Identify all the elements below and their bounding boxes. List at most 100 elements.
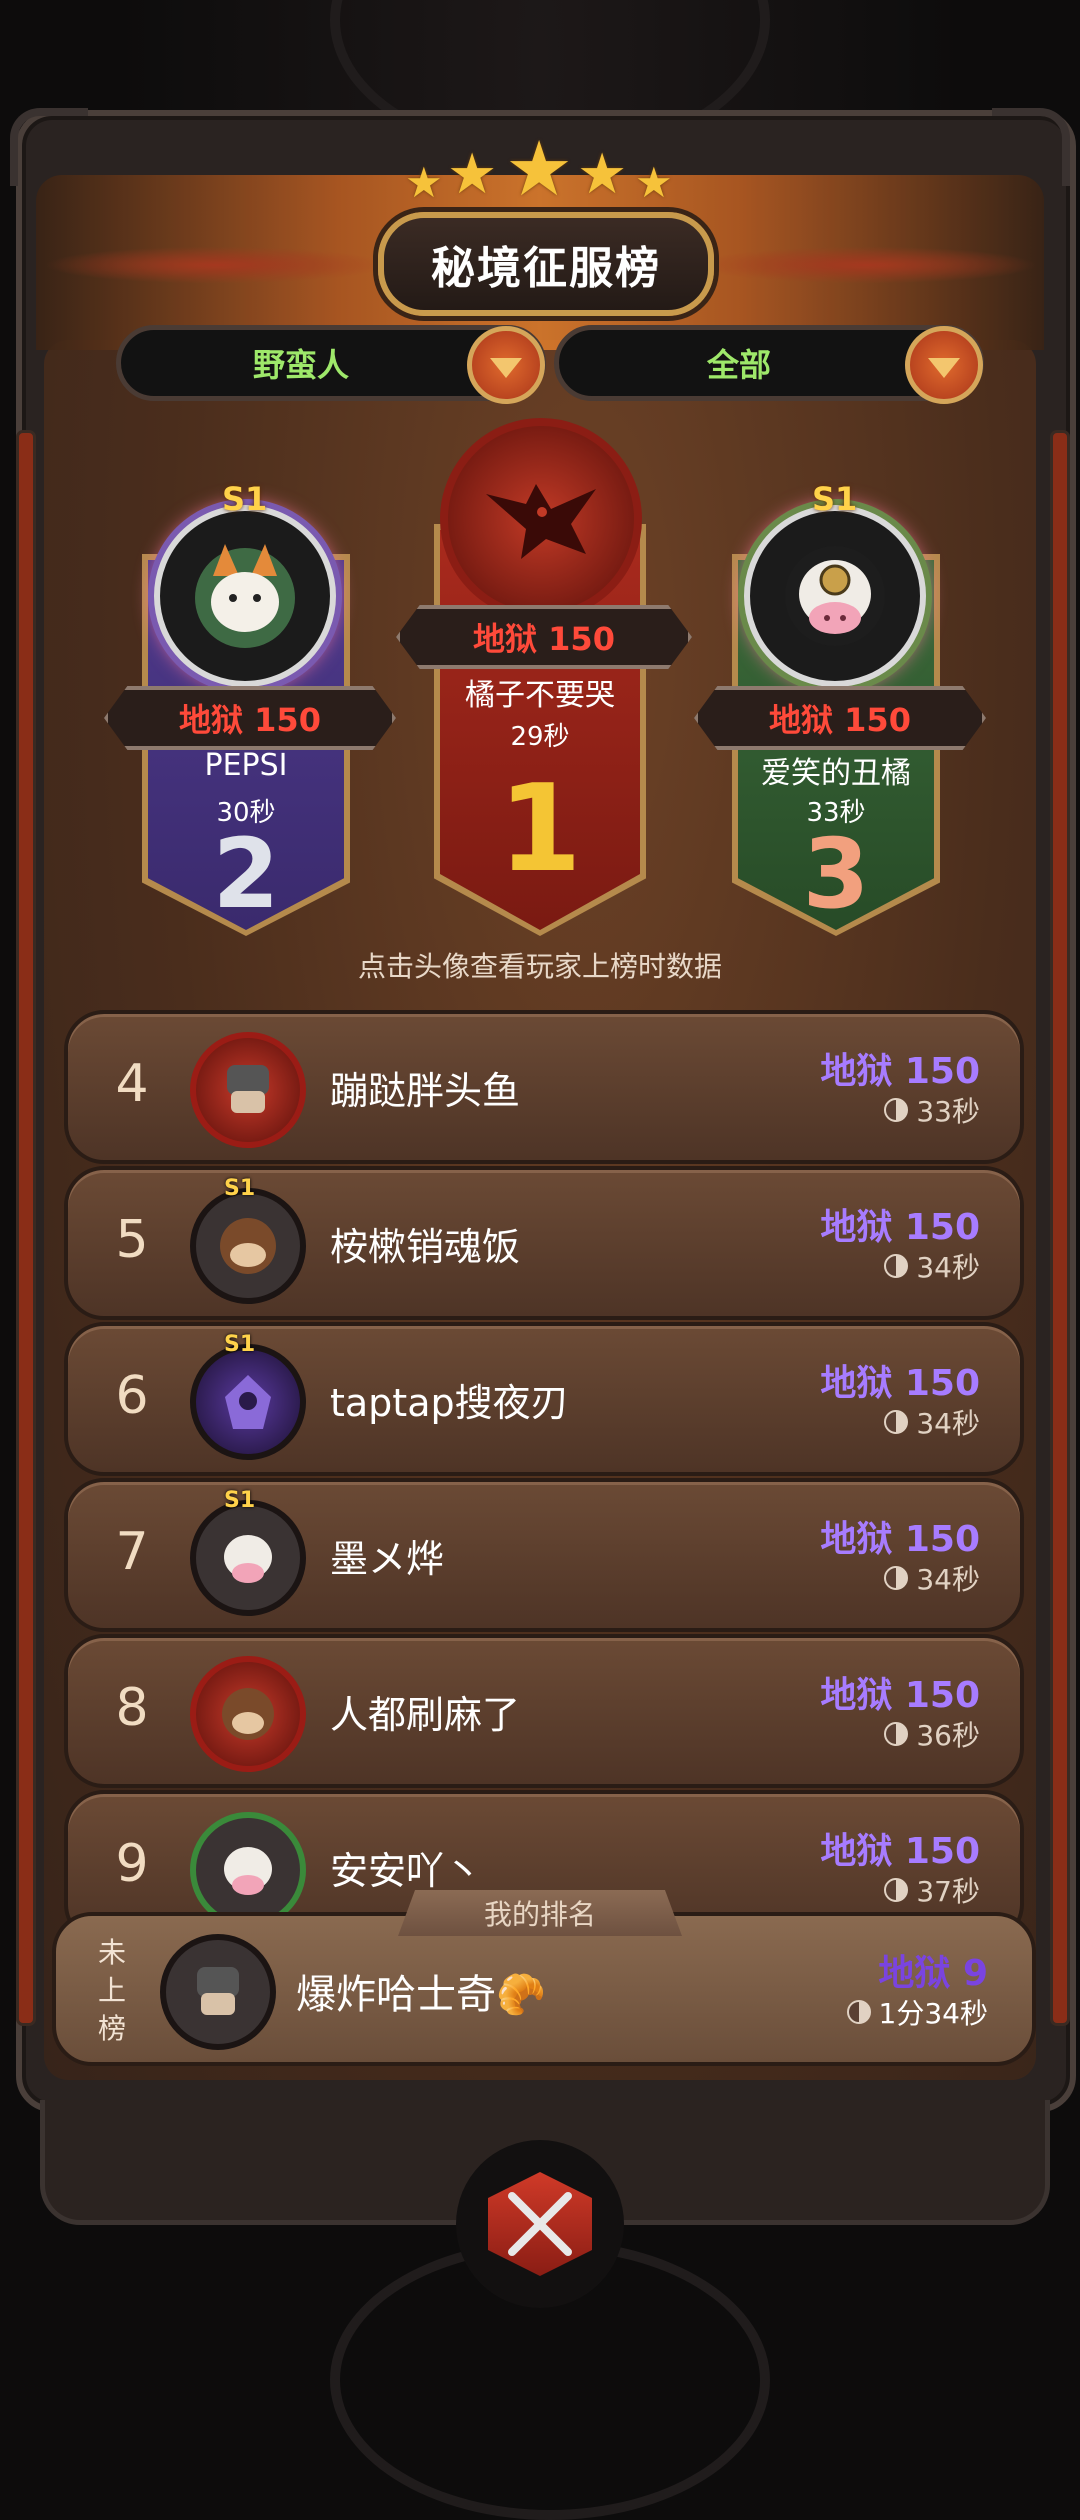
chevron-down-icon (928, 358, 960, 378)
row-score: 地狱 150 (820, 1051, 980, 1092)
row-time: 34秒 (884, 1558, 980, 1598)
row-score: 地狱 150 (820, 1363, 980, 1404)
row-player-name: taptap搜夜刃 (330, 1381, 569, 1425)
row-rank: 6 (115, 1366, 149, 1426)
clock-icon (884, 1878, 909, 1902)
my-score: 地狱 9 (878, 1953, 988, 1994)
star-icon: ★ (635, 158, 673, 207)
leaderboard-row[interactable]: 7 S1 墨メ烨 地狱 150 34秒 (64, 1478, 1024, 1632)
monkey-hero-icon (222, 1688, 274, 1740)
row-time: 37秒 (884, 1870, 980, 1910)
left-rail (16, 430, 36, 2026)
star-icon: ★ (447, 142, 498, 207)
row-score: 地狱 150 (820, 1519, 980, 1560)
leaderboard-row[interactable]: 4 蹦跶胖头鱼 地狱 150 33秒 (64, 1010, 1024, 1164)
clock-icon (884, 1410, 909, 1434)
row-rank: 8 (115, 1678, 149, 1738)
cow-hero-icon (785, 546, 885, 646)
my-rank-tab: 我的排名 (398, 1890, 682, 1936)
page-title-text: 秘境征服榜 (431, 243, 661, 294)
page-title: 秘境征服榜 (378, 212, 714, 316)
row-avatar[interactable] (190, 1032, 306, 1148)
dragon-emblem-icon (486, 484, 596, 559)
my-player-name-text: 爆炸哈士奇 (296, 1972, 496, 2018)
monkey-hero-icon (220, 1218, 276, 1274)
star-icon: ★ (505, 124, 574, 213)
podium-third-avatar[interactable] (744, 505, 926, 687)
row-avatar[interactable] (190, 1344, 306, 1460)
scope-filter-dropdown[interactable]: 全部 (554, 325, 984, 404)
star-icon: ★ (405, 158, 443, 207)
my-rank-status-char: 榜 (97, 2012, 126, 2045)
close-button[interactable] (456, 2140, 624, 2308)
podium-first-score: 地狱 150 (396, 605, 692, 669)
row-player-name: 桉樕销魂饭 (330, 1225, 521, 1269)
row-time: 36秒 (884, 1714, 980, 1754)
croissant-emoji: 🥐 (496, 1972, 546, 2018)
podium-first-rank: 1 (498, 760, 582, 899)
clock-icon (884, 1098, 909, 1122)
my-player-name: 爆炸哈士奇🥐 (296, 1962, 546, 2020)
leaderboard-row[interactable]: 8 人都刷麻了 地狱 150 36秒 (64, 1634, 1024, 1788)
clock-icon (846, 2000, 871, 2024)
row-rank: 7 (115, 1522, 149, 1582)
row-season-badge: S1 (224, 1332, 256, 1357)
close-icon (488, 2172, 592, 2276)
my-time-text: 1分34秒 (878, 1997, 988, 2030)
helmet-warrior-icon (227, 1065, 269, 1113)
clock-icon (884, 1254, 909, 1278)
right-rail (1050, 430, 1070, 2026)
podium-first-name: 橘子不要哭 (465, 678, 615, 713)
row-score: 地狱 150 (820, 1831, 980, 1872)
my-rank-status-char: 未 (97, 1936, 126, 1969)
star-icon: ★ (577, 142, 628, 207)
scope-filter-toggle[interactable] (905, 326, 983, 404)
row-time-text: 34秒 (916, 1563, 980, 1596)
podium-third-score: 地狱 150 (694, 686, 986, 750)
chevron-down-icon (490, 358, 522, 378)
row-time-text: 36秒 (916, 1719, 980, 1752)
clock-icon (884, 1566, 909, 1590)
row-time: 34秒 (884, 1246, 980, 1286)
row-season-badge: S1 (224, 1176, 256, 1201)
podium-second-score: 地狱 150 (104, 686, 396, 750)
five-star-rating: ★ ★ ★ ★ ★ (405, 124, 675, 213)
leaderboard-row[interactable]: 5 S1 桉樕销魂饭 地狱 150 34秒 (64, 1166, 1024, 1320)
podium-second-rank: 2 (212, 818, 280, 930)
row-avatar[interactable] (190, 1812, 306, 1928)
row-avatar[interactable] (190, 1188, 306, 1304)
my-rank-status: 未 上 榜 (92, 1934, 132, 2048)
clock-icon (884, 1722, 909, 1746)
row-player-name: 墨メ烨 (330, 1537, 445, 1581)
podium-third-rank: 3 (802, 818, 870, 930)
row-player-name: 安安吖丶 (330, 1849, 483, 1893)
podium-second-avatar[interactable] (154, 505, 336, 687)
podium-first-avatar[interactable] (440, 418, 642, 620)
my-time: 1分34秒 (846, 1992, 988, 2032)
row-time: 34秒 (884, 1402, 980, 1442)
cow-hero-icon (224, 1847, 272, 1895)
helmet-warrior-icon (197, 1967, 239, 2015)
row-time-text: 37秒 (916, 1875, 980, 1908)
row-score: 地狱 150 (820, 1675, 980, 1716)
row-avatar[interactable] (190, 1656, 306, 1772)
leaderboard-row[interactable]: 6 S1 taptap搜夜刃 地狱 150 34秒 (64, 1322, 1024, 1476)
class-filter-dropdown[interactable]: 野蛮人 (116, 325, 546, 404)
podium-second-name: PEPSI (204, 748, 288, 783)
cow-hero-icon (224, 1535, 272, 1583)
podium-third-name: 爱笑的丑橘 (761, 756, 911, 791)
fox-hero-icon (195, 544, 295, 648)
podium-second-season-badge: S1 (222, 480, 268, 518)
my-rank-status-char: 上 (97, 1974, 126, 2007)
hooded-assassin-icon (225, 1375, 271, 1429)
row-rank: 9 (115, 1834, 149, 1894)
my-avatar[interactable] (160, 1934, 276, 2050)
row-score: 地狱 150 (820, 1207, 980, 1248)
row-season-badge: S1 (224, 1488, 256, 1513)
row-time-text: 34秒 (916, 1407, 980, 1440)
avatar-hint-text: 点击头像查看玩家上榜时数据 (357, 950, 722, 983)
crossed-swords-icon (508, 2192, 572, 2256)
row-time-text: 34秒 (916, 1251, 980, 1284)
class-filter-toggle[interactable] (467, 326, 545, 404)
row-avatar[interactable] (190, 1500, 306, 1616)
